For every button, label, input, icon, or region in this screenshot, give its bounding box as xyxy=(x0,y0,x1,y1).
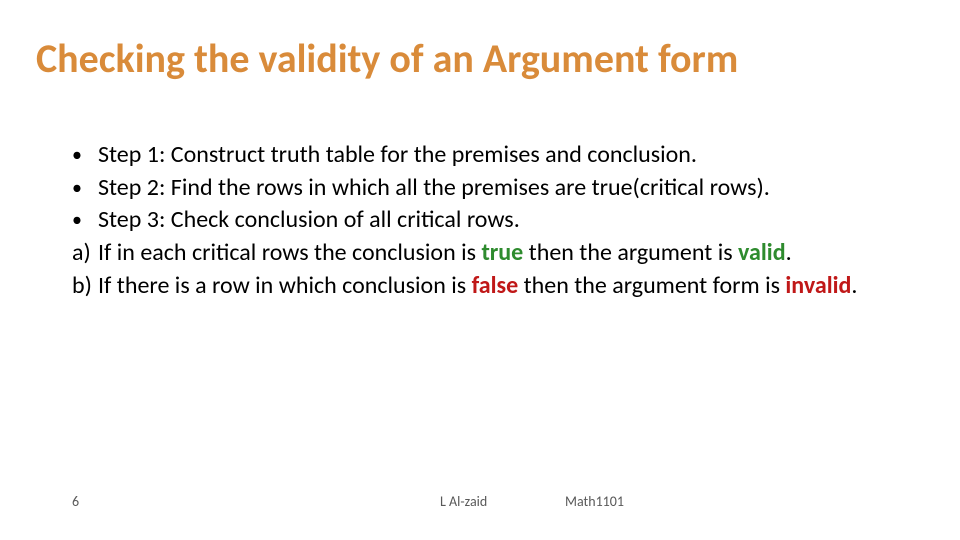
bullet-icon: • xyxy=(72,205,98,235)
footer-course: Math1101 xyxy=(565,493,624,510)
text-fragment: then the argument is xyxy=(523,238,738,267)
text-fragment: . xyxy=(851,271,857,300)
bullet-icon: • xyxy=(72,140,98,170)
bullet-step-1: • Step 1: Construct truth table for the … xyxy=(72,140,900,171)
bullet-text: Step 3: Check conclusion of all critical… xyxy=(98,205,900,236)
slide-title: Checking the validity of an Argument for… xyxy=(36,38,738,80)
bullet-text: Step 1: Construct truth table for the pr… xyxy=(98,140,900,171)
bullet-step-3: • Step 3: Check conclusion of all critic… xyxy=(72,205,900,236)
keyword-invalid: invalid xyxy=(785,271,851,300)
bullet-text: Step 2: Find the rows in which all the p… xyxy=(98,173,900,204)
page-number: 6 xyxy=(72,493,79,510)
keyword-valid: valid xyxy=(738,238,786,267)
keyword-false: false xyxy=(472,271,519,300)
bullet-step-2: • Step 2: Find the rows in which all the… xyxy=(72,173,900,204)
list-letter-a: a) xyxy=(72,238,98,268)
bullet-option-a: a) If in each critical rows the conclusi… xyxy=(72,238,900,269)
text-fragment: If there is a row in which conclusion is xyxy=(98,271,472,300)
text-fragment: . xyxy=(786,238,792,267)
bullet-icon: • xyxy=(72,173,98,203)
bullet-text: If in each critical rows the conclusion … xyxy=(98,238,900,269)
bullet-option-b: b) If there is a row in which conclusion… xyxy=(72,271,900,302)
footer-author: L Al-zaid xyxy=(440,493,487,510)
keyword-true: true xyxy=(481,238,523,267)
slide: Checking the validity of an Argument for… xyxy=(0,0,960,540)
text-fragment: If in each critical rows the conclusion … xyxy=(98,238,481,267)
bullet-text: If there is a row in which conclusion is… xyxy=(98,271,900,302)
text-fragment: then the argument form is xyxy=(518,271,785,300)
slide-body: • Step 1: Construct truth table for the … xyxy=(72,140,900,304)
list-letter-b: b) xyxy=(72,271,98,301)
